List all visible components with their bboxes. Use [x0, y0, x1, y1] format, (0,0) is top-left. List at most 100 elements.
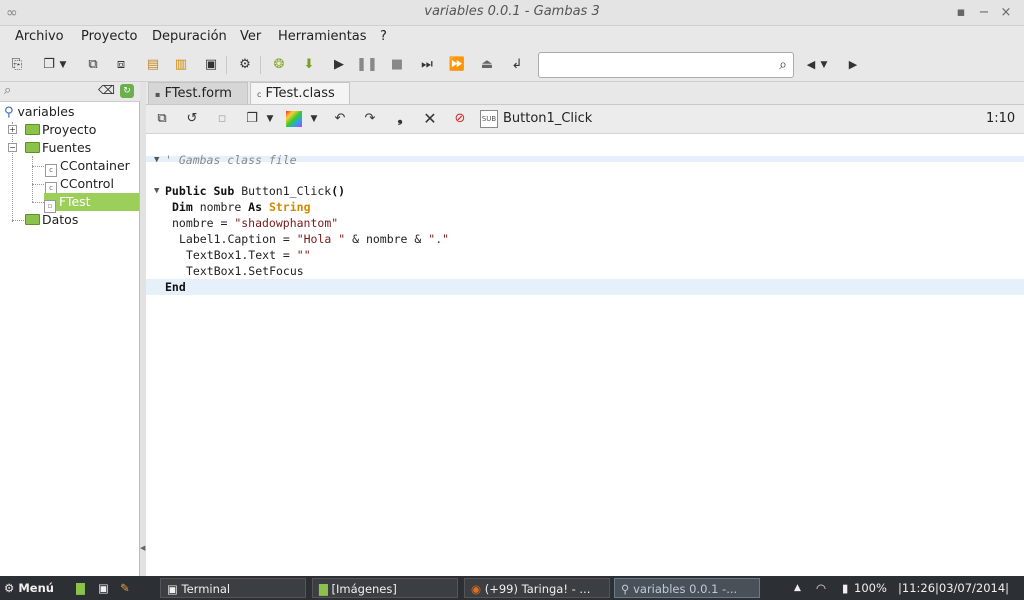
code-line-4: Dim nombre As String: [172, 200, 311, 214]
sub-icon: SUB: [480, 110, 498, 128]
expand-icon[interactable]: +: [8, 125, 17, 134]
compile-icon[interactable]: ❂: [268, 54, 290, 76]
code-line-7: TextBox1.Text = "": [186, 248, 311, 262]
start-menu-button[interactable]: ⚙ Menú: [4, 578, 64, 598]
comment-icon[interactable]: ❟: [390, 109, 410, 129]
code-line-3: ▼ Public Sub Button1_Click(): [154, 184, 346, 198]
stop-icon[interactable]: ■: [386, 54, 408, 76]
project-tree-panel: ⌕ ⌫ ↻ ⚲ variables + Proyecto − Fuentes c…: [0, 82, 140, 576]
collapse-icon[interactable]: −: [8, 143, 17, 152]
cursor-position: 1:10: [986, 111, 1016, 126]
new-project-icon[interactable]: ⎘: [6, 54, 28, 76]
folder-icon: [25, 214, 40, 225]
form-tab-icon: ▪: [155, 90, 161, 99]
view-form-icon[interactable]: ⧉: [152, 109, 172, 129]
references-icon[interactable]: ⧈: [110, 54, 132, 76]
code-line-8: TextBox1.SetFocus: [186, 264, 304, 278]
next-icon[interactable]: ▶: [842, 54, 864, 76]
task-terminal[interactable]: ▣ Terminal: [160, 578, 306, 598]
menu-archivo[interactable]: Archivo: [15, 29, 64, 44]
battery-level: 100%: [854, 581, 887, 595]
code-line-5: nombre = "shadowphantom": [172, 216, 339, 230]
tab-ftest-form[interactable]: ▪ FTest.form: [148, 82, 248, 104]
tree-item-ftest[interactable]: ▫ FTest: [44, 193, 139, 213]
tab-ftest-class[interactable]: c FTest.class: [250, 82, 350, 104]
filter-search-icon: ⌕: [4, 83, 12, 98]
search-icon[interactable]: ⌕: [779, 57, 787, 73]
terminal-launcher-icon[interactable]: ▣: [98, 578, 116, 598]
terminal-icon: ▣: [167, 582, 178, 596]
tree-item-proyecto[interactable]: Proyecto: [25, 121, 96, 139]
open-dropdown-icon[interactable]: ▼: [56, 54, 70, 76]
gear-icon[interactable]: ⚙: [234, 54, 256, 76]
task-imagenes[interactable]: ▇ [Imágenes]: [312, 578, 458, 598]
menu-help[interactable]: ?: [380, 29, 387, 44]
code-editor[interactable]: ▼ ' Gambas class file ▼ Public Sub Button1…: [146, 134, 1024, 576]
main-toolbar: ⎘ ❐ ▼ ⧉ ⧈ ▤ ▥ ▣ ⚙ ❂ ⬇ ▶ ❚❚ ■ ⏭ ⏩ ⏏ ↲ ◀ ▼…: [0, 48, 1024, 82]
paste-icon[interactable]: ❐: [242, 109, 262, 129]
code-line-9: End: [165, 280, 186, 294]
gambas-icon: ⚲: [4, 105, 14, 120]
project-properties-icon[interactable]: ⧉: [82, 54, 104, 76]
fold-icon[interactable]: ▼: [154, 152, 159, 168]
color-dropdown-icon[interactable]: ▼: [304, 109, 324, 129]
folder-icon: ▇: [319, 582, 328, 596]
firefox-icon: ◉: [471, 582, 482, 596]
files-launcher-icon[interactable]: ▇: [76, 578, 94, 598]
console-icon[interactable]: ▣: [200, 54, 222, 76]
editor-launcher-icon[interactable]: ✎: [120, 578, 138, 598]
tree-item-ccontrol[interactable]: c CControl: [45, 175, 114, 195]
forward-icon[interactable]: ⏩: [446, 54, 468, 76]
menu-proyecto[interactable]: Proyecto: [81, 29, 138, 44]
pause-icon[interactable]: ❚❚: [356, 54, 378, 76]
search-input[interactable]: ⌕: [538, 52, 794, 78]
step-icon[interactable]: ⏭: [416, 54, 438, 76]
toolbar-separator: [226, 56, 227, 74]
cut-icon[interactable]: ✕: [420, 109, 440, 129]
breakpoint-icon[interactable]: ⊘: [450, 109, 470, 129]
color-picker-icon[interactable]: [286, 111, 302, 127]
tree-root[interactable]: ⚲ variables: [4, 103, 74, 121]
back-dropdown-icon[interactable]: ▼: [817, 54, 831, 76]
return-icon[interactable]: ↲: [506, 54, 528, 76]
clear-filter-icon[interactable]: ⌫: [98, 83, 115, 97]
notes-icon[interactable]: ▤: [142, 54, 164, 76]
paste-dropdown-icon[interactable]: ▼: [260, 109, 280, 129]
current-line-highlight: [146, 279, 1024, 295]
taskbar: ⚙ Menú ▇ ▣ ✎ ▣ Terminal ▇ [Imágenes] ◉ (…: [0, 576, 1024, 600]
play-icon[interactable]: ▶: [328, 54, 350, 76]
tree-item-ccontainer[interactable]: c CContainer: [45, 157, 130, 177]
splitter-arrow-icon[interactable]: ◀: [140, 544, 145, 552]
code-line-6: Label1.Caption = "Hola " & nombre & ".": [179, 232, 450, 246]
tree-item-datos[interactable]: Datos: [25, 211, 78, 229]
folder-icon: [25, 142, 40, 153]
editor-toolbar: ⧉ ↺ ▫ ❐ ▼ ▼ ↶ ↷ ❟ ✕ ⊘ SUB Button1_Click …: [146, 104, 1024, 134]
tray-up-icon[interactable]: ▲: [794, 578, 808, 598]
folder-icon: [25, 124, 40, 135]
menu-bar: Archivo Proyecto Depuración Ver Herramie…: [0, 26, 1024, 48]
task-taringa[interactable]: ◉ (+99) Taringa! - ...: [464, 578, 610, 598]
wifi-icon[interactable]: ◠: [816, 578, 834, 598]
tree-filter[interactable]: ⌕ ⌫ ↻: [0, 82, 140, 102]
book-icon[interactable]: ▥: [170, 54, 192, 76]
menu-herramientas[interactable]: Herramientas: [278, 29, 367, 44]
procedure-selector[interactable]: Button1_Click: [503, 111, 592, 126]
code-line-1: ▼ ' Gambas class file: [154, 153, 297, 167]
compile-all-icon[interactable]: ⬇: [298, 54, 320, 76]
battery-icon[interactable]: ▮: [842, 578, 854, 598]
undo-icon[interactable]: ↶: [330, 109, 350, 129]
refresh-icon[interactable]: ↻: [120, 84, 134, 98]
close-icon[interactable]: ×: [996, 3, 1016, 23]
minimize-icon[interactable]: −: [974, 3, 994, 23]
reload-icon[interactable]: ↺: [182, 109, 202, 129]
eject-icon[interactable]: ⏏: [476, 54, 498, 76]
tree-root-label: variables: [17, 104, 75, 119]
window-menu-icon[interactable]: ▪: [951, 3, 971, 23]
tree-item-fuentes[interactable]: Fuentes: [25, 139, 91, 157]
redo-icon[interactable]: ↷: [360, 109, 380, 129]
menu-depuracion[interactable]: Depuración: [152, 29, 227, 44]
menu-ver[interactable]: Ver: [240, 29, 261, 44]
clock[interactable]: |11:26|03/07/2014|: [898, 578, 1022, 598]
task-gambas[interactable]: ⚲ variables 0.0.1 -...: [614, 578, 760, 598]
copy-disabled-icon[interactable]: ▫: [212, 109, 232, 129]
